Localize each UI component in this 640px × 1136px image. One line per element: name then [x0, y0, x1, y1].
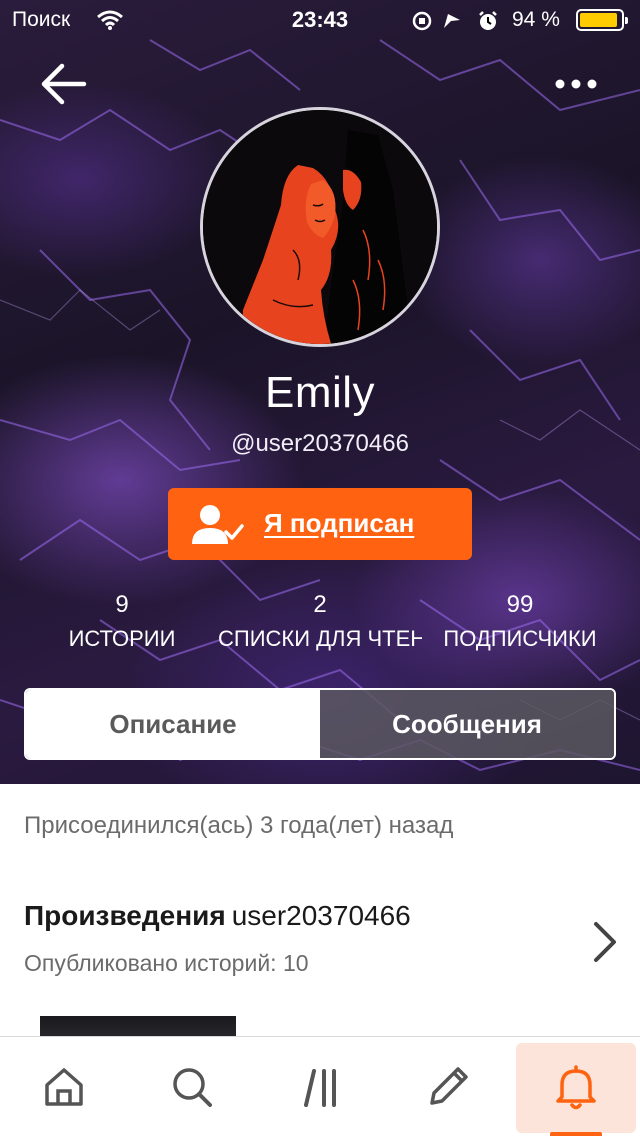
stat-reading-lists-label: СПИСКИ ДЛЯ ЧТЕНИЯ [218, 626, 422, 651]
status-icons [412, 10, 508, 37]
stat-stories[interactable]: 9 ИСТОРИИ [16, 588, 228, 656]
back-button[interactable] [38, 60, 90, 108]
avatar [200, 107, 440, 347]
avatar-illustration [203, 110, 437, 344]
tab-search[interactable] [132, 1037, 252, 1136]
tab-description[interactable]: Описание [26, 690, 320, 758]
arrow-left-icon [41, 63, 87, 105]
library-icon [304, 1069, 336, 1107]
following-button[interactable]: Я подписан [168, 488, 472, 560]
tab-notifications[interactable] [516, 1043, 636, 1136]
stat-stories-count: 9 [115, 591, 129, 618]
status-bar: Поиск 23:43 94 % [0, 0, 640, 40]
works-published-count: Опубликовано историй: 10 [24, 950, 309, 976]
stat-reading-lists[interactable]: 2 СПИСКИ ДЛЯ ЧТЕНИЯ [218, 588, 422, 656]
stat-followers[interactable]: 99 ПОДПИСЧИКИ [432, 588, 608, 656]
stat-followers-count: 99 [506, 591, 534, 618]
ellipsis-icon [555, 79, 597, 89]
location-icon [444, 14, 460, 28]
profile-username: @user20370466 [231, 430, 409, 457]
home-icon [45, 1068, 83, 1106]
active-tab-indicator [550, 1132, 602, 1136]
joined-text: Присоединился(ась) 3 года(лет) назад [24, 812, 454, 839]
user-check-icon [190, 502, 246, 551]
search-icon [173, 1068, 212, 1107]
more-options-button[interactable] [552, 68, 600, 100]
stat-followers-label: ПОДПИСЧИКИ [443, 626, 597, 651]
profile-tabs: Описание Сообщения [24, 688, 616, 760]
bottom-tab-bar [0, 1036, 640, 1136]
battery-percent: 94 % [512, 8, 560, 31]
tab-home[interactable] [4, 1037, 124, 1136]
battery-level [580, 13, 618, 27]
tab-write[interactable] [388, 1037, 508, 1136]
works-title-username: user20370466 [231, 900, 411, 931]
alarm-icon [479, 11, 497, 30]
profile-screen: Поиск 23:43 94 % Emily @user20370466 Я п… [0, 0, 640, 1136]
works-title-label: Произведения [24, 900, 226, 931]
stat-stories-label: ИСТОРИИ [68, 626, 176, 651]
battery-icon [576, 9, 628, 31]
following-button-label: Я подписан [264, 508, 415, 538]
profile-stats: 9 ИСТОРИИ 2 СПИСКИ ДЛЯ ЧТЕНИЯ 99 ПОДПИСЧ… [0, 588, 640, 658]
tab-library[interactable] [262, 1037, 382, 1136]
bell-icon [556, 1065, 596, 1110]
tab-messages[interactable]: Сообщения [320, 690, 614, 758]
profile-display-name: Emily [264, 368, 376, 417]
works-section-title[interactable]: Произведения user20370466 [24, 900, 411, 932]
stat-reading-lists-count: 2 [313, 591, 327, 618]
chevron-right-icon[interactable] [590, 920, 620, 969]
pencil-icon [430, 1067, 468, 1105]
profile-header-background: Поиск 23:43 94 % Emily @user20370466 Я п… [0, 0, 640, 784]
orientation-lock-icon [412, 11, 432, 31]
